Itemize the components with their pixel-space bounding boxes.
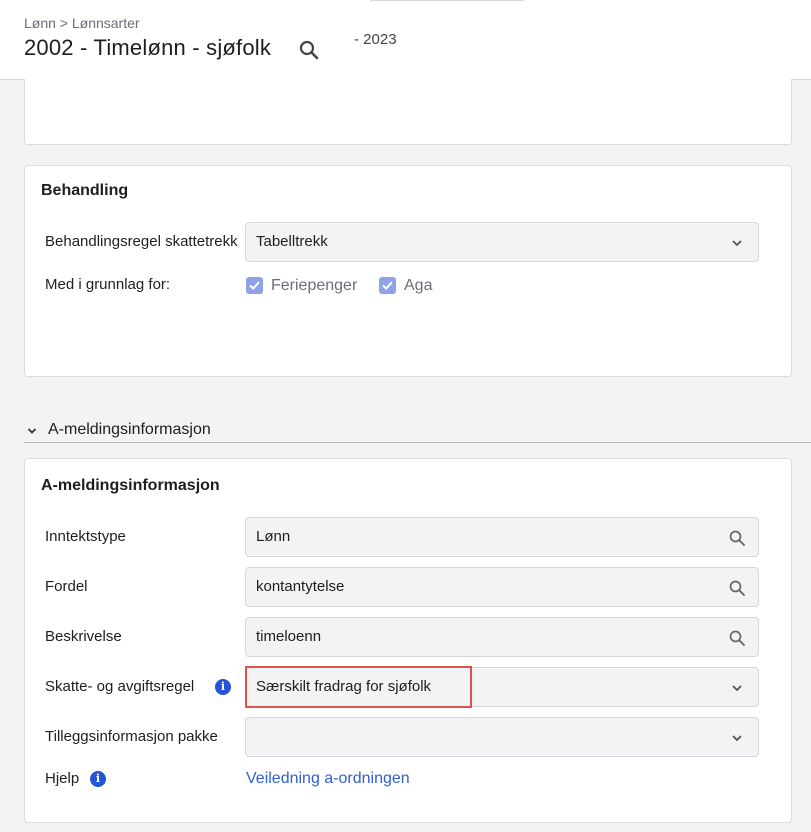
tillegg-label: Tilleggsinformasjon pakke	[45, 728, 218, 745]
search-icon[interactable]	[728, 629, 746, 647]
highlight-box	[245, 666, 472, 708]
search-icon[interactable]	[728, 579, 746, 597]
amelding-section-header[interactable]: A-meldingsinformasjon	[24, 419, 811, 443]
info-icon[interactable]: i	[90, 771, 106, 787]
inntektstype-value: Lønn	[256, 528, 291, 545]
veiledning-link[interactable]: Veiledning a-ordningen	[246, 770, 410, 788]
chevron-down-icon[interactable]	[728, 679, 746, 697]
inntektstype-label: Inntektstype	[45, 528, 126, 545]
feriepenger-label[interactable]: Feriepenger	[271, 277, 357, 295]
top-card	[24, 79, 792, 145]
check-icon	[382, 281, 393, 290]
behandling-title: Behandling	[41, 182, 129, 199]
fordel-label: Fordel	[45, 578, 88, 595]
beskrivelse-value: timeloenn	[256, 628, 322, 645]
section-title[interactable]: A-meldingsinformasjon	[48, 421, 211, 439]
page-header: Lønn > Lønnsarter 2002 - Timelønn - sjøf…	[0, 0, 811, 80]
beskrivelse-label: Beskrivelse	[45, 628, 122, 645]
info-icon[interactable]: i	[215, 679, 231, 695]
behandling-card: Behandling Behandlingsregel skattetrekk …	[24, 165, 792, 377]
beskrivelse-field[interactable]: timeloenn	[245, 617, 759, 657]
chevron-down-icon[interactable]	[728, 729, 746, 747]
page-title: 2002 - Timelønn - sjøfolk	[24, 35, 272, 60]
amelding-title: A-meldingsinformasjon	[41, 477, 220, 494]
skattetrekk-select[interactable]: Tabelltrekk	[245, 222, 759, 262]
fordel-value: kontantytelse	[256, 578, 345, 595]
inntektstype-field[interactable]: Lønn	[245, 517, 759, 557]
skattetrekk-value: Tabelltrekk	[256, 233, 328, 250]
aga-label[interactable]: Aga	[404, 277, 432, 295]
header-tab	[370, 0, 524, 2]
fordel-field[interactable]: kontantytelse	[245, 567, 759, 607]
amelding-card: A-meldingsinformasjon Inntektstype Lønn …	[24, 458, 792, 823]
search-icon[interactable]	[298, 39, 320, 61]
breadcrumb[interactable]: Lønn > Lønnsarter	[24, 15, 140, 31]
feriepenger-checkbox[interactable]	[246, 277, 263, 294]
search-icon[interactable]	[728, 529, 746, 547]
grunnlag-label: Med i grunnlag for:	[45, 276, 171, 293]
aga-checkbox[interactable]	[379, 277, 396, 294]
tillegg-select[interactable]	[245, 717, 759, 757]
skatteregel-label: Skatte- og avgiftsregel	[45, 678, 195, 695]
chevron-down-icon[interactable]	[728, 234, 746, 252]
skattetrekk-label: Behandlingsregel skattetrekk	[45, 233, 238, 250]
check-icon	[249, 281, 260, 290]
hjelp-label: Hjelp	[45, 770, 80, 787]
chevron-down-icon[interactable]	[26, 424, 38, 436]
year-label: - 2023	[354, 31, 397, 48]
